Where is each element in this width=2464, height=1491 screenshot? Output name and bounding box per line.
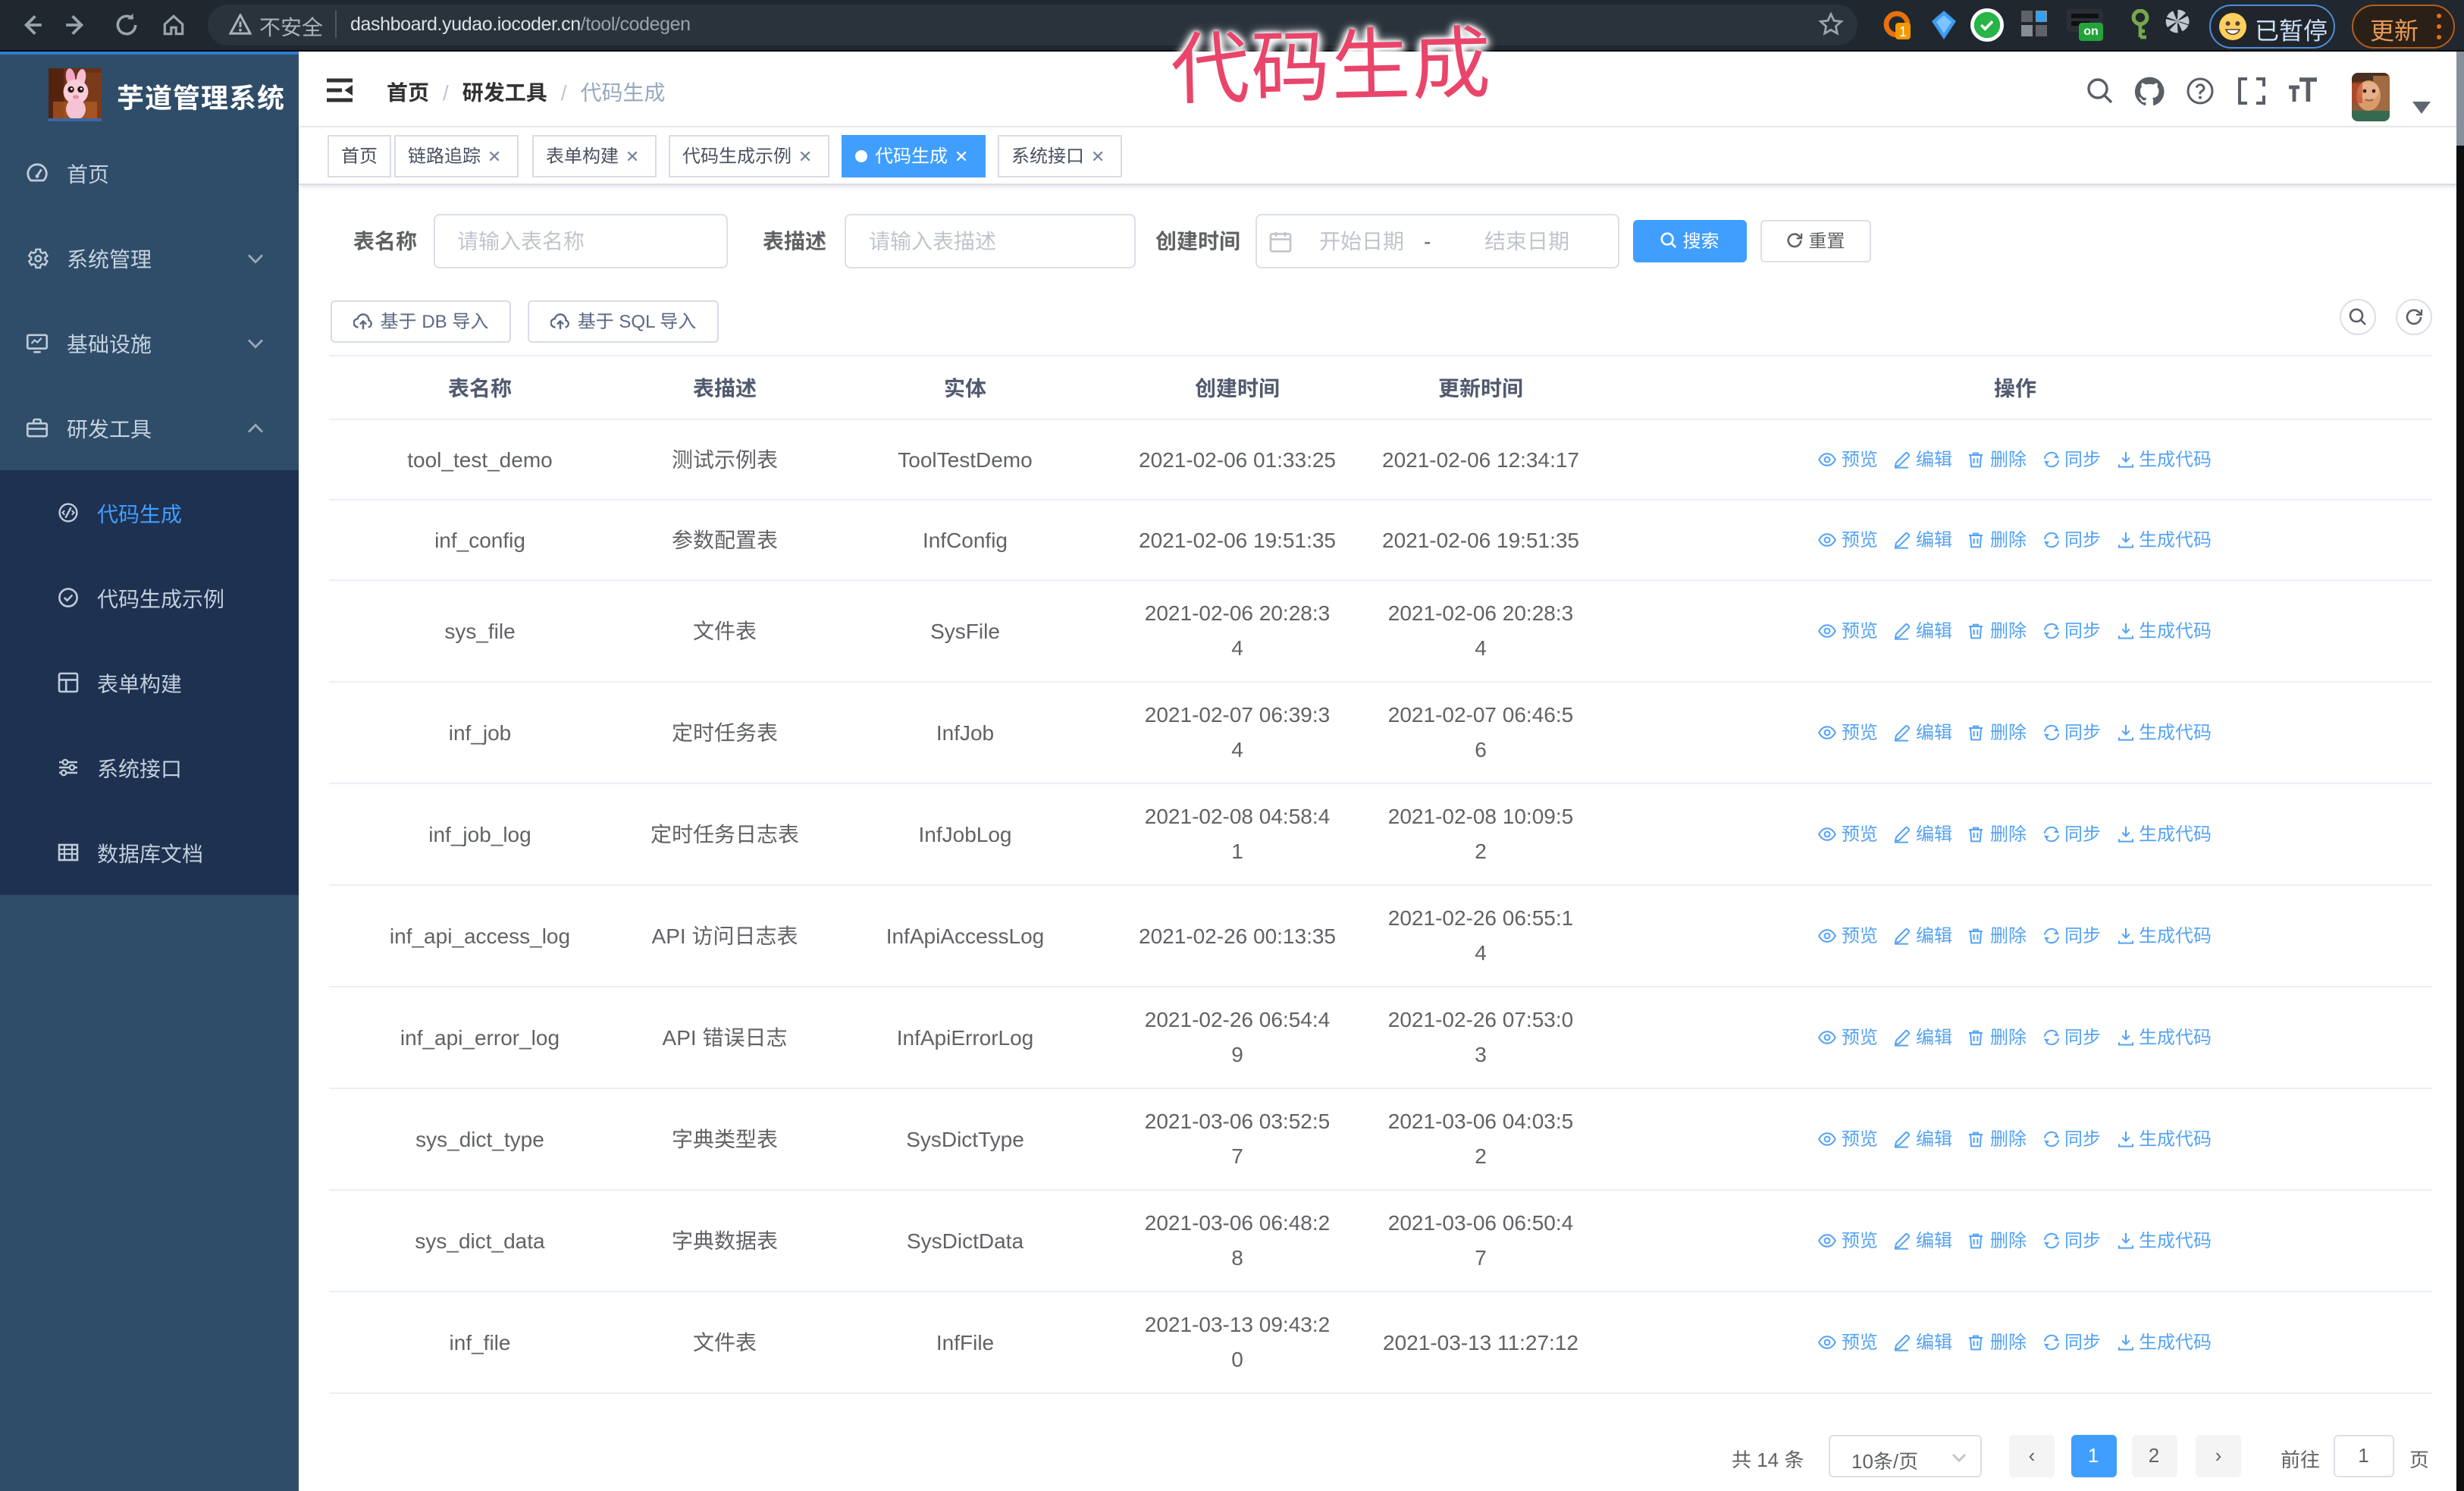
svg-text:1: 1: [1899, 24, 1907, 39]
